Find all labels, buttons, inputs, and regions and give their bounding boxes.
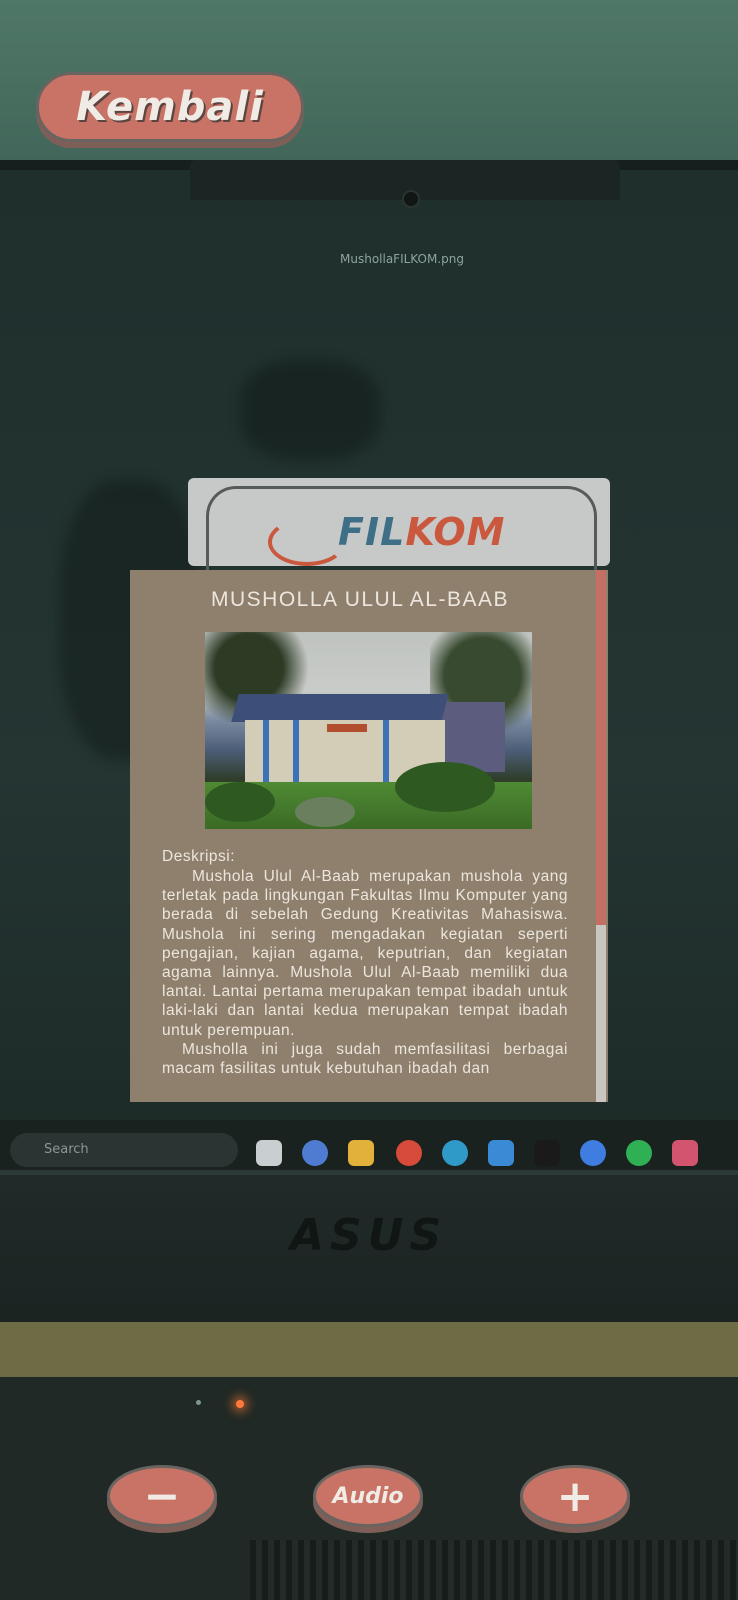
cloud-icon [580,1140,606,1166]
filkom-logo: FILKOM [338,510,505,554]
panel-title: MUSHOLLA ULUL AL-BAAB [211,588,509,611]
pillar [263,720,269,784]
building-sign [327,724,367,732]
bush [205,782,275,822]
ub-logo-icon [268,518,346,566]
webcam-icon [402,190,420,208]
zoom-in-button[interactable]: + [520,1465,630,1527]
folder-icon [348,1140,374,1166]
instagram-icon [672,1140,698,1166]
power-led [236,1400,244,1408]
edge-icon [442,1140,468,1166]
bush [295,797,355,827]
back-button[interactable]: Kembali [36,72,304,142]
filkom-marker-card: FILKOM [188,478,610,579]
logo-fil: FIL [338,510,406,554]
status-led [196,1400,201,1405]
chrome-icon [396,1140,422,1166]
logo-kom: KOM [405,510,506,554]
taskbar-search: Search [10,1133,238,1167]
laptop-brand: ASUS [290,1210,448,1261]
file-icon [256,1140,282,1166]
tiktok-icon [534,1140,560,1166]
zoom-out-button[interactable]: − [107,1465,217,1527]
pillar [383,720,389,784]
description-paragraph: Musholla ini juga sudah memfasilitasi be… [162,1040,568,1078]
description-paragraph: Mushola Ulul Al-Baab merupakan mushola y… [162,868,568,1039]
store-icon [488,1140,514,1166]
building-roof [231,694,449,722]
pillar [293,720,299,784]
bush [395,762,495,812]
screen-filename: MushollaFILKOM.png [340,252,464,266]
musholla-photo [205,632,532,829]
info-panel[interactable]: MUSHOLLA ULUL AL-BAAB Deskripsi: Mushola… [130,570,608,1102]
audio-button[interactable]: Audio [313,1465,423,1527]
shadow [240,360,380,460]
table-edge [0,1322,738,1377]
speaker-grill [250,1540,738,1600]
scrollbar-thumb[interactable] [596,570,606,925]
description-heading: Deskripsi: [162,848,236,865]
copilot-icon [302,1140,328,1166]
description-text: Mushola Ulul Al-Baab merupakan mushola y… [162,867,568,1078]
whatsapp-icon [626,1140,652,1166]
